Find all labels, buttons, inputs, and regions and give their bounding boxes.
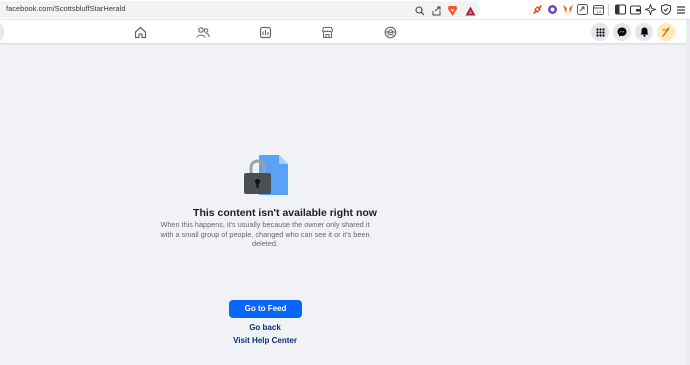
main-content [0,45,686,365]
account-avatar[interactable] [657,23,675,41]
marketplace-icon[interactable] [319,24,335,40]
metamask-icon[interactable] [561,3,574,16]
visit-help-center-link[interactable]: Visit Help Center [190,336,340,345]
url-text[interactable]: facebook.com/ScottsbluffStarHerald [6,4,126,13]
toolbar-divider [608,4,609,16]
extension-calendar-icon[interactable]: 14 [592,3,605,16]
leo-ai-icon[interactable] [644,3,657,16]
groups-icon[interactable] [382,24,398,40]
brave-rewards-icon[interactable] [464,4,477,17]
sidebar-icon[interactable] [614,3,627,16]
search-button[interactable] [0,23,4,41]
friends-icon[interactable] [195,24,211,40]
page-scrollbar[interactable] [686,20,690,365]
notifications-icon[interactable] [635,23,653,41]
facebook-navbar [0,20,686,44]
share-icon[interactable] [430,4,443,17]
extension-arrows-icon[interactable] [576,3,589,16]
address-bar[interactable]: facebook.com/ScottsbluffStarHerald [0,1,480,18]
messenger-icon[interactable] [613,23,631,41]
menu-grid-icon[interactable] [591,23,609,41]
vpn-shield-icon[interactable] [659,3,672,16]
wallet-icon[interactable] [629,3,642,16]
zoom-icon[interactable] [413,4,426,17]
extension-link-icon[interactable] [531,3,544,16]
svg-text:14: 14 [596,9,602,14]
go-to-feed-button[interactable]: Go to Feed [229,300,302,318]
lock-icon [244,155,288,195]
brave-shields-icon[interactable] [446,4,459,17]
video-icon[interactable] [257,24,273,40]
menu-icon[interactable] [674,3,687,16]
extension-purple-icon[interactable] [546,3,559,16]
browser-toolbar: facebook.com/ScottsbluffStarHerald 14 [0,0,690,20]
error-title: This content isn't available right now [193,207,377,219]
home-icon[interactable] [132,24,148,40]
error-description: When this happens, it's usually because … [160,220,370,249]
go-back-link[interactable]: Go back [190,323,340,332]
